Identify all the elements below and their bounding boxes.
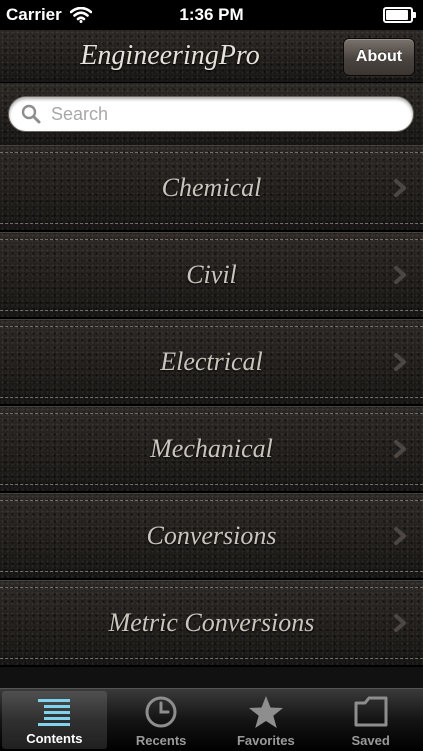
list-item-label: Mechanical xyxy=(150,434,273,463)
status-left: Carrier xyxy=(6,5,92,25)
chevron-right-icon xyxy=(394,179,406,197)
list-item-mechanical[interactable]: Mechanical xyxy=(0,406,423,493)
list-item-conversions[interactable]: Conversions xyxy=(0,493,423,580)
search-icon xyxy=(21,104,41,124)
about-button[interactable]: About xyxy=(343,38,415,76)
wifi-icon xyxy=(69,7,92,23)
stitching xyxy=(0,397,423,398)
list-item-label: Chemical xyxy=(161,173,262,202)
search-field[interactable] xyxy=(8,96,414,132)
navigation-bar: EngineeringPro About xyxy=(0,30,423,83)
tab-label: Contents xyxy=(26,731,83,746)
list-item-electrical[interactable]: Electrical xyxy=(0,319,423,406)
battery-fill xyxy=(386,10,409,20)
list-item-label: Metric Conversions xyxy=(108,608,315,637)
folder-icon xyxy=(354,696,388,727)
battery-icon xyxy=(383,7,416,23)
tab-label: Favorites xyxy=(236,733,295,748)
chevron-right-icon xyxy=(394,440,406,458)
stitching xyxy=(0,484,423,485)
tab-bar: Contents Recents Favorites Saved xyxy=(0,688,423,751)
app-title: EngineeringPro xyxy=(80,40,260,71)
carrier-name: Carrier xyxy=(6,5,62,24)
chevron-right-icon xyxy=(394,353,406,371)
search-bar xyxy=(0,83,423,145)
list-item-label: Civil xyxy=(186,260,237,289)
stitching xyxy=(0,571,423,572)
tab-contents[interactable]: Contents xyxy=(2,691,107,749)
contents-list-icon xyxy=(38,699,71,726)
list-item-civil[interactable]: Civil xyxy=(0,232,423,319)
chevron-right-icon xyxy=(394,527,406,545)
tab-label: Recents xyxy=(135,733,187,748)
stitching xyxy=(0,223,423,224)
stitching xyxy=(0,310,423,311)
stitching xyxy=(0,658,423,659)
list-item-label: Conversions xyxy=(146,521,277,550)
chevron-right-icon xyxy=(394,614,406,632)
list-item-chemical[interactable]: Chemical xyxy=(0,145,423,232)
list-item-label: Electrical xyxy=(160,347,263,376)
chevron-right-icon xyxy=(394,266,406,284)
tab-recents[interactable]: Recents xyxy=(109,689,214,751)
search-input[interactable] xyxy=(49,102,393,126)
status-bar: Carrier 1:36 PM xyxy=(0,0,423,30)
clock-icon xyxy=(145,696,177,728)
star-icon xyxy=(248,696,283,728)
category-list: Chemical Civil Electrical Mechanical Con… xyxy=(0,145,423,687)
tab-label: Saved xyxy=(351,733,390,748)
tab-saved[interactable]: Saved xyxy=(318,689,423,751)
list-item-metric-conversions[interactable]: Metric Conversions xyxy=(0,580,423,667)
tab-favorites[interactable]: Favorites xyxy=(214,689,319,751)
